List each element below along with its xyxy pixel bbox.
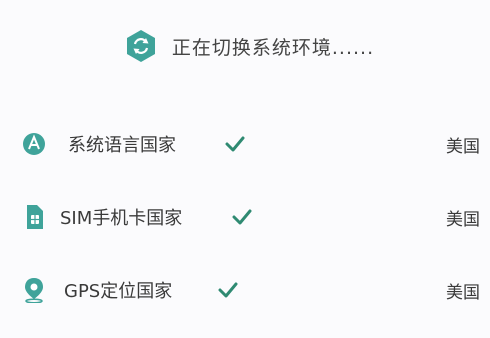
- status-title: 正在切换系统环境......: [171, 36, 375, 59]
- row-value: 美国: [446, 209, 480, 230]
- check-icon: [225, 136, 245, 152]
- location-pin-icon: [22, 277, 46, 304]
- header-inner: 正在切换系统环境......: [124, 29, 374, 63]
- row-value: 美国: [446, 282, 480, 303]
- list-item: GPS定位国家 美国: [0, 273, 490, 307]
- list-item: SIM手机卡国家 美国: [0, 200, 490, 234]
- row-label: SIM手机卡国家: [60, 208, 183, 229]
- row-label: GPS定位国家: [64, 281, 173, 302]
- check-icon: [232, 209, 252, 225]
- row-value: 美国: [446, 136, 480, 157]
- globe-a-icon: [22, 131, 46, 157]
- row-label: 系统语言国家: [68, 135, 176, 156]
- list-item: 系统语言国家 美国: [0, 127, 490, 161]
- switch-environment-card: 正在切换系统环境...... 系统语言国家 美国 SIM手机卡国家 美国 GPS…: [0, 0, 490, 338]
- header: 正在切换系统环境......: [0, 26, 490, 66]
- check-icon: [218, 282, 238, 298]
- hex-switch-icon: [124, 29, 158, 63]
- sim-card-icon: [22, 204, 46, 230]
